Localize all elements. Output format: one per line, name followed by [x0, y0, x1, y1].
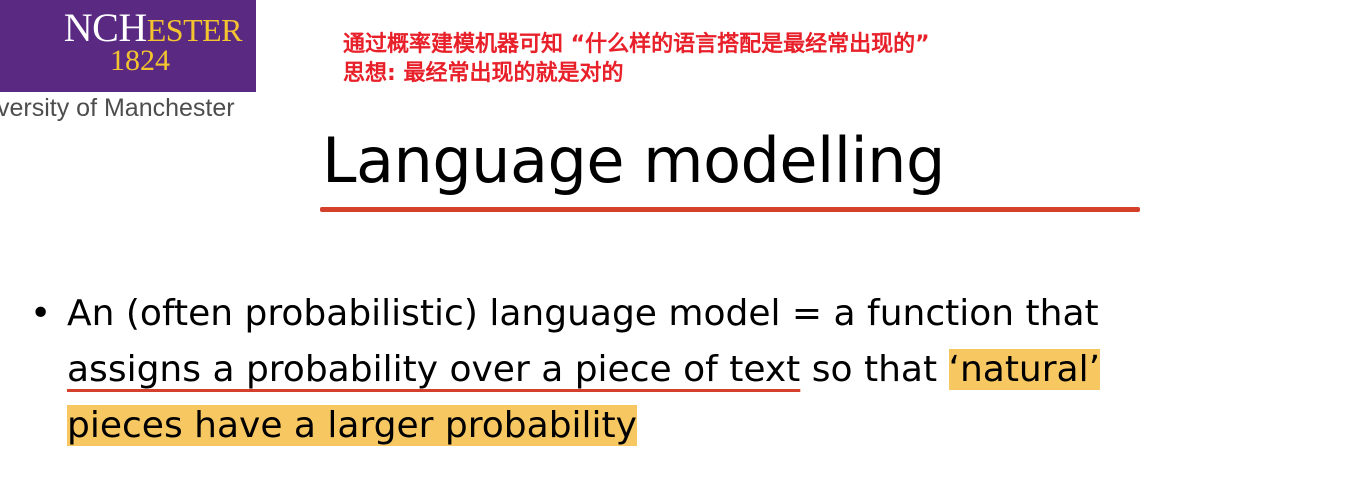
slide-title: Language modelling — [322, 124, 945, 197]
highlighted-phrase: pieces have a larger probability — [67, 405, 637, 446]
title-underline — [320, 207, 1140, 212]
bullet-line-2: assigns a probability over a piece of te… — [67, 342, 1352, 398]
annotation-line-1: 通过概率建模机器可知 “什么样的语言搭配是最经常出现的” — [343, 32, 930, 57]
bullet-line-1: An (often probabilistic) language model … — [67, 293, 1099, 334]
connector-text: so that — [800, 349, 949, 390]
bullet-dot: • — [30, 293, 52, 334]
logo-year: 1824 — [110, 44, 170, 77]
chinese-annotation: 通过概率建模机器可知 “什么样的语言搭配是最经常出现的” 思想: 最经常出现的就… — [343, 30, 930, 88]
underlined-phrase: assigns a probability over a piece of te… — [67, 349, 801, 390]
logo-university-name: versity of Manchester — [0, 94, 235, 122]
annotation-line-2: 思想: 最经常出现的就是对的 — [343, 61, 624, 86]
bullet-text: An (often probabilistic) language model … — [67, 286, 1352, 454]
highlighted-word: ‘natural’ — [948, 349, 1101, 390]
bullet-line-3: pieces have a larger probability — [67, 398, 1352, 454]
university-logo: NCHESTER 1824 — [0, 0, 256, 92]
